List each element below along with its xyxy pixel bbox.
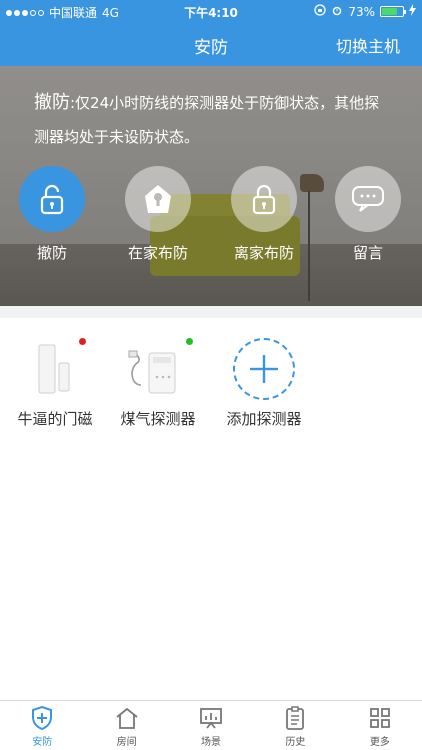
shield-icon xyxy=(0,705,84,731)
notice-body: :仅24小时防线的探测器处于防御状态，其他探测器均处于未设防状态。 xyxy=(34,94,380,146)
tab-label: 房间 xyxy=(116,737,137,748)
mode-notice: 撤防:仅24小时防线的探测器处于防御状态，其他探测器均处于未设防状态。 xyxy=(34,86,394,154)
device-gas-detector[interactable]: 煤气探测器 xyxy=(108,336,208,429)
tab-scene[interactable]: 场景 xyxy=(169,701,253,750)
charging-icon xyxy=(409,4,416,19)
notice-head: 撤防 xyxy=(34,92,70,113)
nav-bar: 安防 切换主机 xyxy=(0,22,422,66)
mode-message-button[interactable]: 留言 xyxy=(328,166,408,263)
status-right: 73% xyxy=(314,4,416,19)
mode-label: 留言 xyxy=(352,244,383,262)
lock-icon xyxy=(231,166,297,232)
tab-bar: 安防 房间 场景 历史 更多 xyxy=(0,700,422,750)
mode-disarm-button[interactable]: 撤防 xyxy=(12,166,92,263)
door-sensor-icon xyxy=(5,336,105,402)
home-shield-icon xyxy=(125,166,191,232)
device-label: 添加探测器 xyxy=(226,410,302,428)
switch-host-button[interactable]: 切换主机 xyxy=(336,33,400,57)
scene-icon xyxy=(169,705,253,731)
battery-percent: 73% xyxy=(348,4,375,19)
rotation-lock-icon xyxy=(314,4,326,19)
unlock-icon xyxy=(19,166,85,232)
message-icon xyxy=(335,166,401,232)
gas-detector-icon xyxy=(108,336,208,402)
grid-icon xyxy=(338,705,422,731)
section-divider xyxy=(0,306,422,318)
tab-security[interactable]: 安防 xyxy=(0,701,84,750)
house-icon xyxy=(84,705,168,731)
add-detector-pic xyxy=(214,336,314,402)
device-door-sensor[interactable]: 牛逼的门磁 xyxy=(5,336,105,429)
add-detector-button[interactable]: 添加探测器 xyxy=(214,336,314,429)
tab-history[interactable]: 历史 xyxy=(253,701,337,750)
status-led-green xyxy=(186,338,193,345)
tab-label: 场景 xyxy=(201,737,222,748)
tab-label: 安防 xyxy=(32,737,53,748)
status-led-red xyxy=(79,338,86,345)
clipboard-icon xyxy=(253,705,337,731)
plus-icon xyxy=(233,338,295,400)
mode-away-arm-button[interactable]: 离家布防 xyxy=(224,166,304,263)
security-hero: 撤防:仅24小时防线的探测器处于防御状态，其他探测器均处于未设防状态。 撤防 在… xyxy=(0,66,422,306)
alarm-icon xyxy=(331,4,343,19)
battery-icon xyxy=(380,6,406,17)
device-label: 牛逼的门磁 xyxy=(17,410,93,428)
tab-label: 历史 xyxy=(285,737,306,748)
mode-label: 撤防 xyxy=(36,244,67,262)
tab-room[interactable]: 房间 xyxy=(84,701,168,750)
status-bar: 中国联通 4G 下午4:10 73% xyxy=(0,0,422,22)
mode-home-arm-button[interactable]: 在家布防 xyxy=(118,166,198,263)
device-label: 煤气探测器 xyxy=(120,410,196,428)
mode-label: 在家布防 xyxy=(127,244,188,262)
tab-more[interactable]: 更多 xyxy=(338,701,422,750)
mode-label: 离家布防 xyxy=(233,244,294,262)
tab-label: 更多 xyxy=(369,737,390,748)
